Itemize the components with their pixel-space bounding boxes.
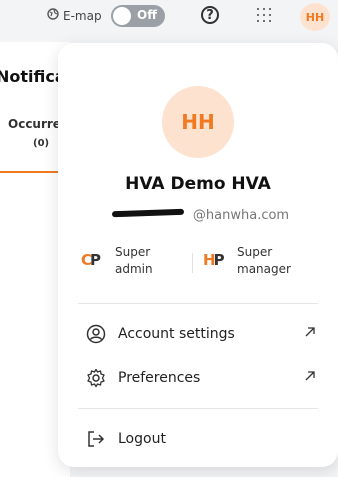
menu-divider xyxy=(78,408,318,409)
external-link-icon xyxy=(304,326,316,342)
globe-icon xyxy=(47,8,59,23)
logout-icon xyxy=(86,429,106,449)
tab-occurred[interactable]: Occurre xyxy=(8,117,61,131)
toggle-state-label: Off xyxy=(137,8,157,22)
app-grid-icon[interactable] xyxy=(257,8,271,22)
profile-avatar: HH xyxy=(162,86,234,158)
role-label: Super manager xyxy=(237,245,291,276)
emap-control: E-map xyxy=(47,8,102,23)
help-icon[interactable]: ? xyxy=(201,6,219,24)
tab-count: (0) xyxy=(33,138,50,149)
user-name: HVA Demo HVA xyxy=(125,174,271,194)
user-email: @hanwha.com xyxy=(58,208,338,223)
role-divider xyxy=(192,253,193,273)
emap-toggle[interactable]: Off xyxy=(111,5,165,27)
account-settings-item[interactable]: Account settings xyxy=(86,322,316,346)
external-link-icon xyxy=(304,370,316,386)
role-super-admin: CP Super admin xyxy=(81,244,167,278)
profile-menu: HH HVA Demo HVA @hanwha.com CP Super adm… xyxy=(58,43,338,467)
logout-item[interactable]: Logout xyxy=(86,427,316,451)
user-avatar-button[interactable]: HH xyxy=(300,3,330,31)
gear-icon xyxy=(86,368,106,388)
cp-logo-icon: CP xyxy=(81,251,101,269)
role-label: Super admin xyxy=(115,245,153,276)
page-title: Notifica xyxy=(0,67,66,86)
emap-label: E-map xyxy=(63,8,102,23)
account-circle-icon xyxy=(86,324,106,344)
menu-item-label: Logout xyxy=(118,431,166,447)
menu-divider xyxy=(78,303,318,304)
preferences-item[interactable]: Preferences xyxy=(86,366,316,390)
hp-logo-icon: HP xyxy=(203,251,225,269)
top-bar: E-map Off ? HH xyxy=(0,0,338,34)
role-super-manager: HP Super manager xyxy=(203,244,291,278)
menu-item-label: Preferences xyxy=(118,370,201,386)
menu-item-label: Account settings xyxy=(118,326,235,342)
toggle-knob xyxy=(113,7,131,25)
